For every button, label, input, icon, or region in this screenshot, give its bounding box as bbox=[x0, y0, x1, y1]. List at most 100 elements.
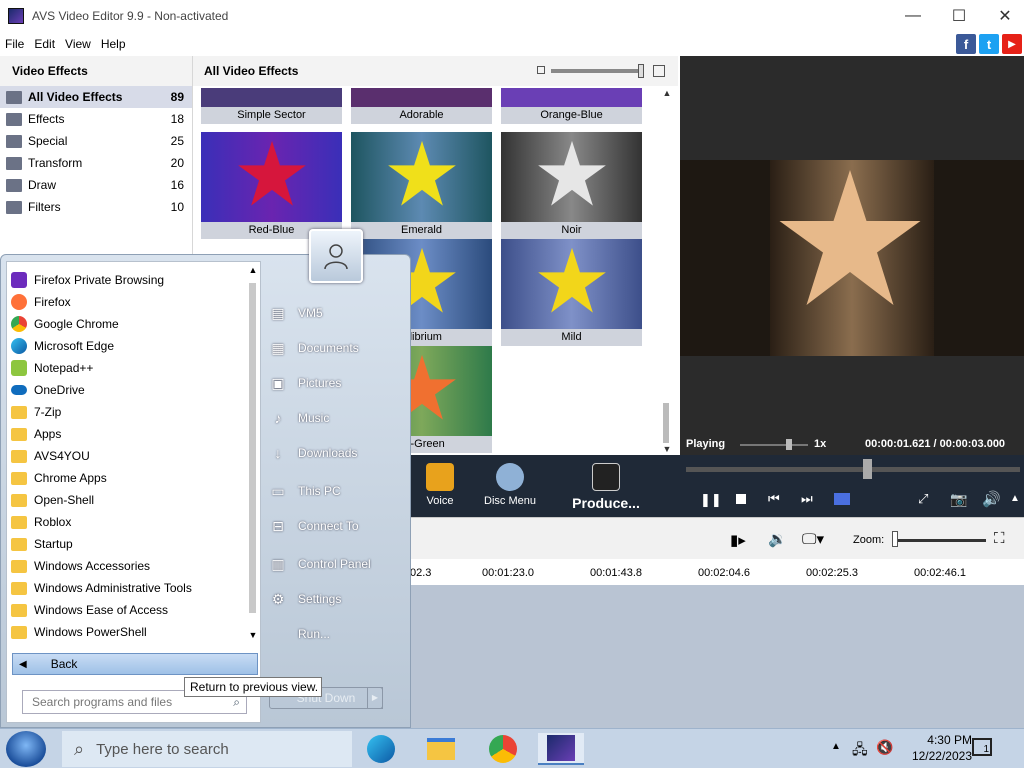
seek-handle[interactable] bbox=[863, 459, 872, 479]
taskbar-file-explorer[interactable] bbox=[418, 733, 464, 765]
volume-muted-icon[interactable]: 🔇 bbox=[876, 739, 893, 756]
thumbnail-size-slider[interactable] bbox=[551, 69, 643, 73]
program-firefox-private[interactable]: Firefox Private Browsing bbox=[11, 269, 246, 291]
show-hidden-icons-icon[interactable]: ▲ bbox=[831, 741, 841, 752]
place-pictures[interactable]: ▣ Pictures bbox=[271, 371, 341, 395]
twitter-icon[interactable]: t bbox=[979, 34, 999, 54]
place-documents[interactable]: ▦ Documents bbox=[271, 336, 358, 360]
menu-edit[interactable]: Edit bbox=[29, 37, 60, 51]
program-windows-ease-of-access[interactable]: Windows Ease of Access bbox=[11, 599, 246, 621]
effect-simple-sector[interactable]: Simple Sector bbox=[201, 88, 342, 124]
program-startup[interactable]: Startup bbox=[11, 533, 246, 555]
category-filters[interactable]: Filters 10 bbox=[0, 196, 192, 218]
taskbar-clock[interactable]: 4:30 PM 12/22/2023 bbox=[912, 732, 972, 764]
category-special[interactable]: Special 25 bbox=[0, 130, 192, 152]
place-control-panel[interactable]: ▥ Control Panel bbox=[271, 552, 370, 576]
program-windows-powershell[interactable]: Windows PowerShell bbox=[11, 621, 246, 643]
menu-file[interactable]: File bbox=[0, 37, 29, 51]
notifications-icon[interactable]: 1 bbox=[972, 738, 992, 756]
taskbar-chrome[interactable] bbox=[480, 733, 526, 765]
category-all-video-effects[interactable]: All Video Effects 89 bbox=[0, 86, 192, 108]
place-connect-to[interactable]: ⊟ Connect To bbox=[271, 514, 358, 538]
category-transform[interactable]: Transform 20 bbox=[0, 152, 192, 174]
scroll-down-icon[interactable]: ▼ bbox=[247, 630, 259, 640]
category-effects[interactable]: Effects 18 bbox=[0, 108, 192, 130]
pause-icon[interactable]: ❚❚ bbox=[700, 492, 722, 508]
program-onedrive[interactable]: OneDrive bbox=[11, 379, 246, 401]
close-button[interactable]: ✕ bbox=[982, 0, 1024, 31]
split-view-icon[interactable] bbox=[834, 493, 850, 505]
program-edge[interactable]: Microsoft Edge bbox=[11, 335, 246, 357]
shutdown-arrow-icon[interactable]: ▶ bbox=[367, 687, 383, 709]
storyboard-icon[interactable]: ▮▸ bbox=[730, 531, 746, 549]
scroll-up-icon[interactable]: ▲ bbox=[247, 265, 259, 275]
start-button[interactable] bbox=[6, 731, 46, 767]
stop-icon[interactable] bbox=[736, 494, 746, 504]
disc-menu-button[interactable]: Disc Menu bbox=[482, 463, 538, 507]
zoom-slider[interactable] bbox=[894, 539, 986, 542]
facebook-icon[interactable]: f bbox=[956, 34, 976, 54]
speed-slider-handle[interactable] bbox=[786, 439, 792, 450]
program-windows-admin-tools[interactable]: Windows Administrative Tools bbox=[11, 577, 246, 599]
effect-mild[interactable]: Mild bbox=[501, 239, 642, 346]
effect-adorable[interactable]: Adorable bbox=[351, 88, 492, 124]
next-frame-icon[interactable]: ⏭ bbox=[801, 491, 813, 507]
program-avs4you[interactable]: AVS4YOU bbox=[11, 445, 246, 467]
youtube-icon[interactable]: ▶ bbox=[1002, 34, 1022, 54]
place-run[interactable]: Run... bbox=[271, 622, 330, 646]
place-settings[interactable]: ⚙ Settings bbox=[271, 587, 342, 611]
program-notepadpp[interactable]: Notepad++ bbox=[11, 357, 246, 379]
menu-help[interactable]: Help bbox=[96, 37, 131, 51]
thumbnail-size-slider-handle[interactable] bbox=[638, 64, 644, 78]
programs-scrollbar[interactable]: ▲ ▼ bbox=[247, 265, 259, 640]
minimize-button[interactable]: — bbox=[890, 0, 936, 31]
effect-red-blue[interactable]: Red-Blue bbox=[201, 132, 342, 239]
produce-button[interactable]: Produce... bbox=[572, 463, 640, 511]
menu-view[interactable]: View bbox=[60, 37, 96, 51]
taskbar-avs-video-editor[interactable] bbox=[538, 733, 584, 765]
scrollbar-thumb[interactable] bbox=[663, 403, 669, 443]
zoom-slider-handle[interactable] bbox=[892, 531, 898, 547]
program-firefox[interactable]: Firefox bbox=[11, 291, 246, 313]
speed-slider[interactable] bbox=[740, 444, 808, 446]
scroll-up-icon[interactable]: ▲ bbox=[662, 88, 672, 98]
taskbar-edge[interactable] bbox=[358, 733, 404, 765]
volume-arrow-icon[interactable]: ▲ bbox=[1010, 493, 1020, 504]
video-preview[interactable] bbox=[680, 160, 1024, 356]
network-icon[interactable]: 🖧 bbox=[852, 739, 868, 763]
snapshot-icon[interactable]: 📷 bbox=[950, 491, 967, 508]
place-this-pc[interactable]: ▭ This PC bbox=[271, 479, 340, 503]
place-vm5[interactable]: ▤ VM5 bbox=[271, 301, 322, 325]
scroll-down-icon[interactable]: ▼ bbox=[662, 444, 672, 454]
previous-frame-icon[interactable]: ⏮ bbox=[768, 491, 780, 507]
user-avatar[interactable] bbox=[309, 229, 363, 283]
program-roblox[interactable]: Roblox bbox=[11, 511, 246, 533]
program-windows-accessories[interactable]: Windows Accessories bbox=[11, 555, 246, 577]
seek-bar[interactable] bbox=[686, 467, 1020, 472]
aspect-ratio-icon[interactable]: 🖵▾ bbox=[802, 530, 824, 548]
place-downloads[interactable]: ↓ Downloads bbox=[271, 441, 358, 465]
large-thumbnail-icon[interactable] bbox=[653, 65, 665, 77]
program-7zip[interactable]: 7-Zip bbox=[11, 401, 246, 423]
effect-noir[interactable]: Noir bbox=[501, 132, 642, 239]
program-chrome-apps[interactable]: Chrome Apps bbox=[11, 467, 246, 489]
program-open-shell[interactable]: Open-Shell bbox=[11, 489, 246, 511]
fullscreen-icon[interactable]: ⤢ bbox=[918, 491, 928, 507]
timeline-tracks[interactable] bbox=[410, 585, 1024, 728]
back-button[interactable]: ◀ Back bbox=[12, 653, 258, 675]
taskbar-search[interactable]: ⌕ Type here to search bbox=[62, 731, 352, 767]
volume-icon[interactable]: 🔊 bbox=[982, 490, 1001, 508]
voice-button[interactable]: Voice bbox=[418, 463, 462, 507]
program-chrome[interactable]: Google Chrome bbox=[11, 313, 246, 335]
audio-mixer-icon[interactable]: 🔉 bbox=[768, 530, 787, 548]
small-thumbnail-icon[interactable] bbox=[537, 66, 545, 74]
maximize-button[interactable]: ☐ bbox=[936, 0, 982, 31]
fit-to-window-icon[interactable]: ⛶ bbox=[994, 530, 1005, 547]
effects-scrollbar[interactable]: ▲ ▼ bbox=[662, 88, 672, 454]
effect-orange-blue[interactable]: Orange-Blue bbox=[501, 88, 642, 124]
scrollbar-thumb[interactable] bbox=[249, 283, 256, 613]
effect-emerald[interactable]: Emerald bbox=[351, 132, 492, 239]
category-draw[interactable]: Draw 16 bbox=[0, 174, 192, 196]
program-apps[interactable]: Apps bbox=[11, 423, 246, 445]
place-music[interactable]: ♪ Music bbox=[271, 406, 330, 430]
